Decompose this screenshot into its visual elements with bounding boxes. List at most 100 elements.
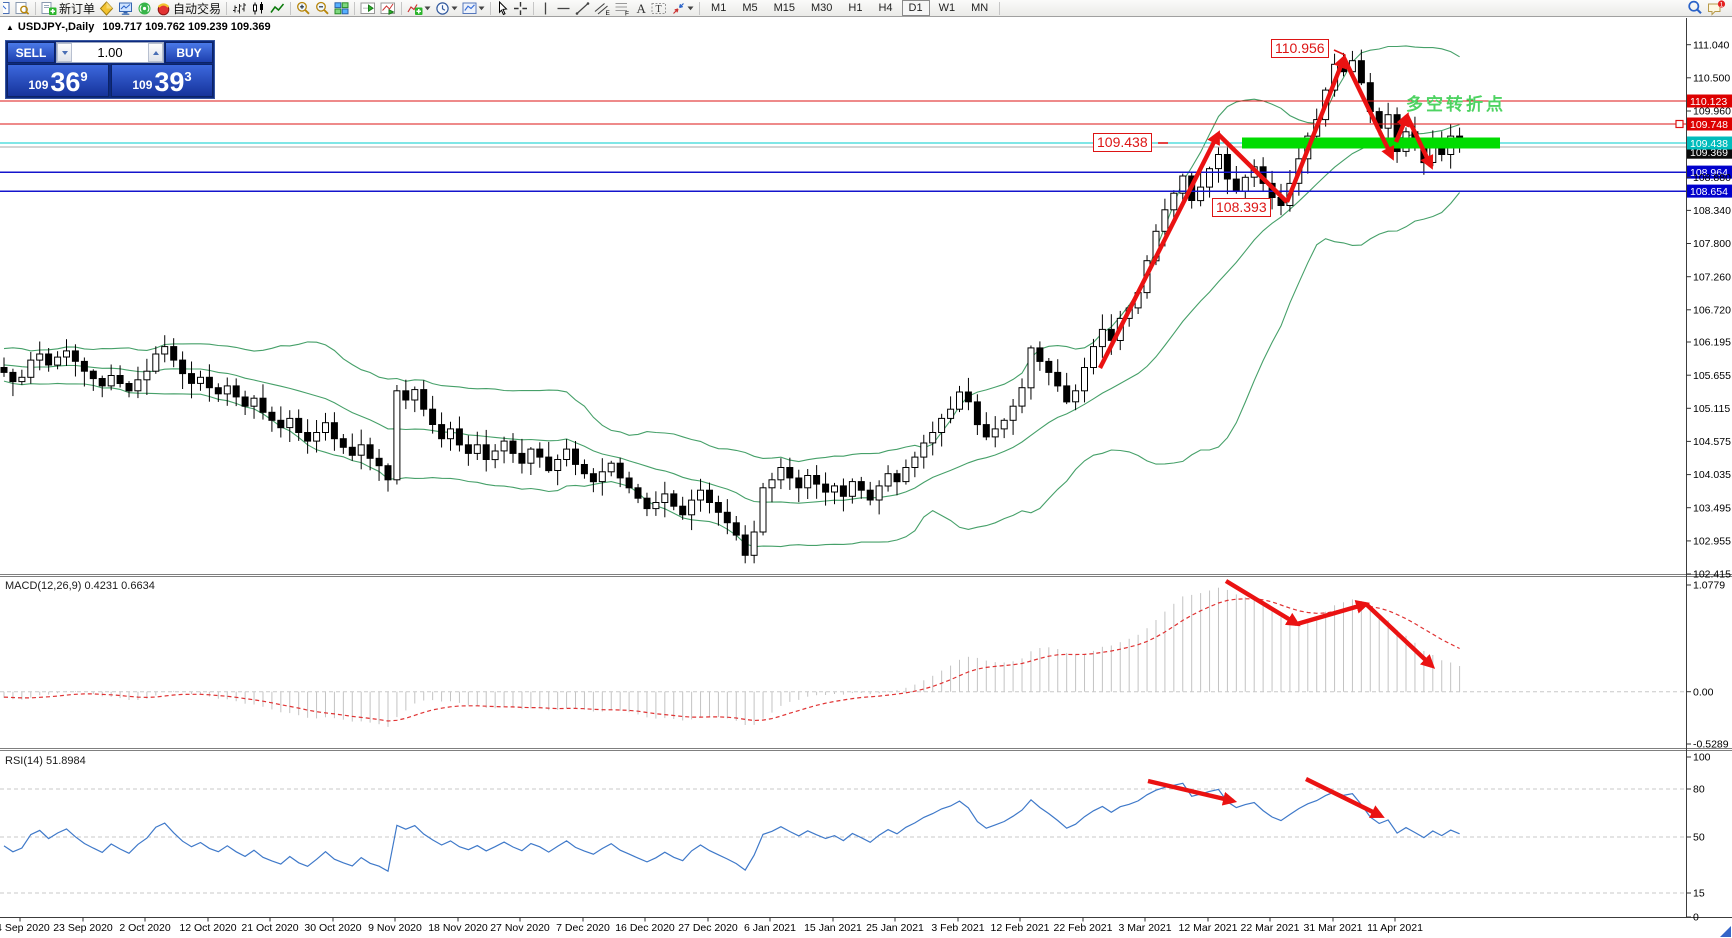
volume-stepper[interactable]: 1.00 (56, 42, 164, 63)
tf-button-M15[interactable]: M15 (767, 0, 802, 16)
axis-layer[interactable]: 110.123109.748109.369109.438108.964108.6… (0, 39, 1732, 934)
comments-button[interactable]: 1 (1705, 0, 1728, 16)
volume-increase-button[interactable] (148, 43, 163, 62)
date-label[interactable]: 12 Mar 2021 (1179, 922, 1238, 934)
templates-menu-button[interactable] (460, 0, 487, 16)
tf-button-W1[interactable]: W1 (932, 0, 963, 16)
equidistant-channel-tool-button[interactable]: E (592, 0, 612, 16)
tf-button-D1[interactable]: D1 (901, 0, 930, 16)
tf-button-MN[interactable]: MN (964, 0, 995, 16)
expert-advisors-button[interactable] (97, 0, 116, 16)
support-zone-bar[interactable] (1242, 137, 1500, 149)
zoom-out-button[interactable] (313, 0, 332, 16)
candle-body (563, 448, 571, 461)
chart-area[interactable]: 110.123109.748109.369109.438108.964108.6… (0, 0, 1732, 938)
horizontal-line-tool-button[interactable] (554, 0, 573, 16)
date-label[interactable]: 2 Oct 2020 (119, 922, 171, 934)
date-label[interactable]: 23 Sep 2020 (53, 922, 113, 934)
pane-frame-layer (0, 18, 1732, 918)
tf-button-H1[interactable]: H1 (841, 0, 869, 16)
date-label[interactable]: 27 Dec 2020 (678, 922, 738, 934)
support-zone-layer[interactable] (1242, 137, 1500, 149)
text-tool-button[interactable]: A (632, 0, 649, 16)
bollinger-bands-layer (3, 45, 1461, 548)
trendline-tool-button[interactable] (573, 0, 592, 16)
collapse-triangle-icon[interactable]: ▲ (6, 23, 14, 32)
crosshair-tool-button[interactable] (511, 0, 530, 16)
trend-arrow[interactable] (1296, 599, 1371, 627)
date-label[interactable]: 22 Feb 2021 (1054, 922, 1113, 934)
date-label[interactable]: 30 Oct 2020 (304, 922, 361, 934)
line-chart-button[interactable] (268, 0, 287, 16)
date-label[interactable]: 21 Oct 2020 (241, 922, 298, 934)
bar-chart-button[interactable] (230, 0, 249, 16)
data-window-button[interactable] (116, 0, 135, 16)
candlestick-chart-button[interactable] (249, 0, 268, 16)
date-label[interactable]: 18 Nov 2020 (428, 922, 488, 934)
date-label[interactable]: 12 Feb 2021 (991, 922, 1050, 934)
fibonacci-tool-button[interactable]: F (612, 0, 632, 16)
trend-arrow[interactable] (1098, 130, 1220, 369)
sell-price[interactable]: 109 36 9 (7, 64, 109, 97)
price-annotation-109.438[interactable]: 109.438 (1093, 133, 1152, 152)
price-tick: 104.035 (1693, 469, 1731, 481)
volume-decrease-button[interactable] (57, 43, 72, 62)
turning-point-annotation[interactable]: 多空转折点 (1406, 90, 1506, 115)
price-tick: 108.340 (1693, 205, 1731, 217)
indicators-menu-button[interactable] (405, 0, 433, 16)
buy-button[interactable]: BUY (165, 42, 213, 63)
periods-menu-button[interactable] (433, 0, 460, 16)
sell-button[interactable]: SELL (7, 42, 55, 63)
price-annotation-110.956[interactable]: 110.956 (1271, 39, 1329, 58)
dropdown-caret-icon[interactable] (478, 6, 485, 11)
date-label[interactable]: 12 Oct 2020 (179, 922, 236, 934)
new-order-button[interactable]: 新订单 (39, 0, 97, 16)
candle-body (822, 483, 830, 493)
date-label[interactable]: 3 Mar 2021 (1118, 922, 1171, 934)
date-label[interactable]: 7 Dec 2020 (556, 922, 610, 934)
date-label[interactable]: 25 Jan 2021 (866, 922, 924, 934)
date-label[interactable]: 15 Jan 2021 (804, 922, 862, 934)
date-label[interactable]: 22 Mar 2021 (1241, 922, 1300, 934)
market-watch-button[interactable] (13, 0, 32, 16)
trend-arrow[interactable] (1284, 54, 1347, 203)
dropdown-caret-icon[interactable] (424, 6, 431, 11)
date-label[interactable]: 31 Mar 2021 (1304, 922, 1363, 934)
toolbar-separator (290, 1, 292, 15)
tf-button-M5[interactable]: M5 (735, 0, 764, 16)
window-menu-icon[interactable] (1, 0, 13, 16)
auto-trading-button[interactable]: 自动交易 (154, 0, 223, 16)
zoom-in-button[interactable] (294, 0, 313, 16)
volume-value[interactable]: 1.00 (72, 43, 148, 62)
chart-shift-button[interactable] (358, 0, 378, 16)
arrows-tool-button[interactable] (669, 0, 696, 16)
buy-price[interactable]: 109 39 3 (111, 64, 213, 97)
date-label[interactable]: 27 Nov 2020 (490, 922, 550, 934)
candle-body (366, 444, 374, 459)
line-selection-handle[interactable] (1675, 119, 1684, 129)
tf-button-M1[interactable]: M1 (704, 0, 733, 16)
label-tool-button[interactable]: T (649, 0, 669, 16)
trend-arrows-layer[interactable] (1098, 49, 1436, 818)
date-label[interactable]: 14 Sep 2020 (0, 922, 50, 934)
vertical-line-tool-button[interactable] (537, 0, 554, 16)
dropdown-caret-icon[interactable] (451, 6, 458, 11)
resize-grip[interactable] (1720, 926, 1731, 937)
tf-button-M30[interactable]: M30 (804, 0, 839, 16)
tf-button-H4[interactable]: H4 (871, 0, 899, 16)
date-label[interactable]: 11 Apr 2021 (1367, 922, 1423, 934)
signals-button[interactable] (135, 0, 154, 16)
trend-arrow[interactable] (1364, 602, 1436, 669)
trend-arrow[interactable] (1305, 777, 1385, 818)
price-annotation-108.393[interactable]: 108.393 (1212, 198, 1271, 217)
toolbar-search-button[interactable] (1685, 0, 1705, 16)
date-label[interactable]: 16 Dec 2020 (615, 922, 675, 934)
date-label[interactable]: 3 Feb 2021 (931, 922, 984, 934)
cursor-tool-button[interactable] (494, 0, 511, 16)
date-label[interactable]: 9 Nov 2020 (368, 922, 422, 934)
candle-body (1054, 371, 1062, 387)
tile-windows-button[interactable] (332, 0, 351, 16)
dropdown-caret-icon[interactable] (687, 6, 694, 11)
auto-scroll-button[interactable] (378, 0, 398, 16)
date-label[interactable]: 6 Jan 2021 (744, 922, 796, 934)
